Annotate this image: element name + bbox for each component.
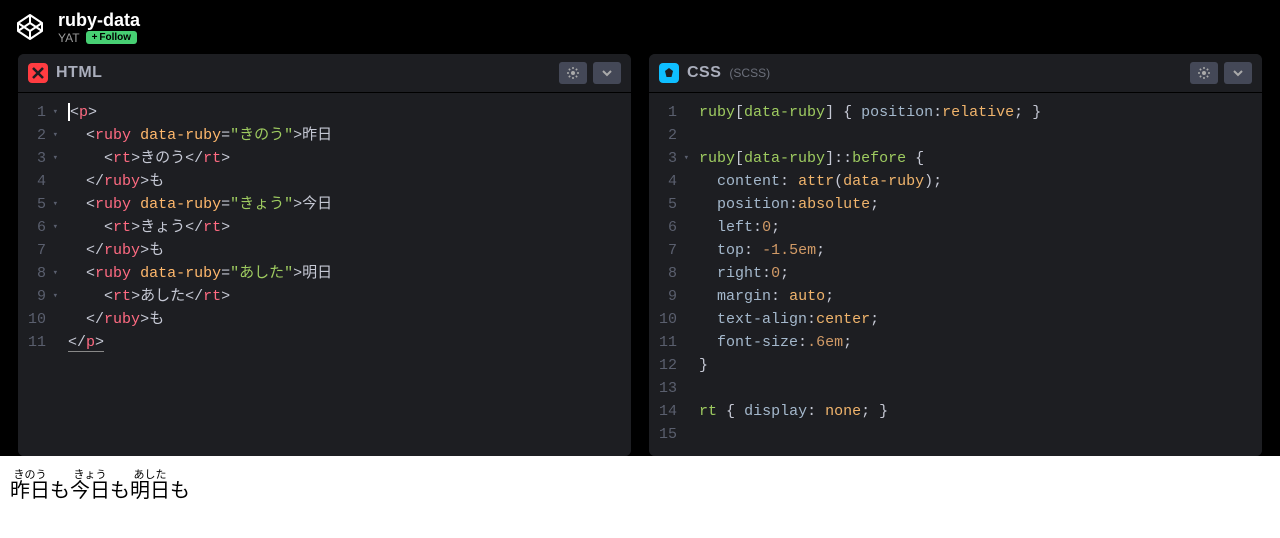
app-header: ruby-data YAT + Follow bbox=[0, 0, 1280, 54]
css-panel-title: CSS (SCSS) bbox=[659, 63, 770, 83]
cube-icon bbox=[14, 11, 46, 43]
plus-icon: + bbox=[92, 32, 98, 43]
css-collapse-button[interactable] bbox=[1224, 62, 1252, 84]
html-panel-header: HTML bbox=[18, 54, 631, 93]
css-panel-header: CSS (SCSS) bbox=[649, 54, 1262, 93]
codepen-logo-icon[interactable] bbox=[12, 9, 48, 45]
preview-pane: 昨日きのうも今日きょうも明日あしたも bbox=[0, 456, 1280, 538]
author-row: YAT + Follow bbox=[58, 31, 140, 45]
css-gutter: 123▾456789101112131415 bbox=[649, 93, 697, 456]
css-code[interactable]: ruby[data-ruby] { position:relative; } r… bbox=[697, 93, 1051, 456]
html-collapse-button[interactable] bbox=[593, 62, 621, 84]
html-icon bbox=[28, 63, 48, 83]
editor-panels: HTML 1▾2▾3▾45▾6▾78▾9▾1011 <p> <ruby data… bbox=[0, 54, 1280, 456]
gear-icon bbox=[1197, 66, 1211, 80]
preview-ruby: 今日きょう bbox=[70, 480, 110, 502]
chevron-down-icon bbox=[601, 67, 613, 79]
author-name[interactable]: YAT bbox=[58, 31, 80, 45]
html-gutter: 1▾2▾3▾45▾6▾78▾9▾1011 bbox=[18, 93, 66, 456]
css-editor[interactable]: 123▾456789101112131415 ruby[data-ruby] {… bbox=[649, 93, 1262, 456]
css-icon bbox=[659, 63, 679, 83]
css-panel: CSS (SCSS) 123▾456789101112131415 ruby[d… bbox=[649, 54, 1262, 456]
preview-paragraph: 昨日きのうも今日きょうも明日あしたも bbox=[10, 474, 1270, 503]
html-code[interactable]: <p> <ruby data-ruby="きのう">昨日 <rt>きのう</rt… bbox=[66, 93, 342, 456]
chevron-down-icon bbox=[1232, 67, 1244, 79]
pen-title: ruby-data bbox=[58, 10, 140, 31]
gear-icon bbox=[566, 66, 580, 80]
html-panel-controls bbox=[559, 62, 621, 84]
html-panel-title: HTML bbox=[28, 63, 102, 83]
title-group: ruby-data YAT + Follow bbox=[58, 10, 140, 45]
html-panel: HTML 1▾2▾3▾45▾6▾78▾9▾1011 <p> <ruby data… bbox=[18, 54, 631, 456]
preview-ruby: 明日あした bbox=[130, 480, 170, 502]
css-panel-controls bbox=[1190, 62, 1252, 84]
css-sub-label: (SCSS) bbox=[729, 66, 770, 80]
css-settings-button[interactable] bbox=[1190, 62, 1218, 84]
html-lang-label: HTML bbox=[56, 64, 102, 82]
html-editor[interactable]: 1▾2▾3▾45▾6▾78▾9▾1011 <p> <ruby data-ruby… bbox=[18, 93, 631, 456]
follow-label: Follow bbox=[99, 32, 131, 43]
follow-button[interactable]: + Follow bbox=[86, 31, 138, 44]
preview-ruby: 昨日きのう bbox=[10, 480, 50, 502]
css-lang-label: CSS bbox=[687, 64, 721, 82]
html-settings-button[interactable] bbox=[559, 62, 587, 84]
